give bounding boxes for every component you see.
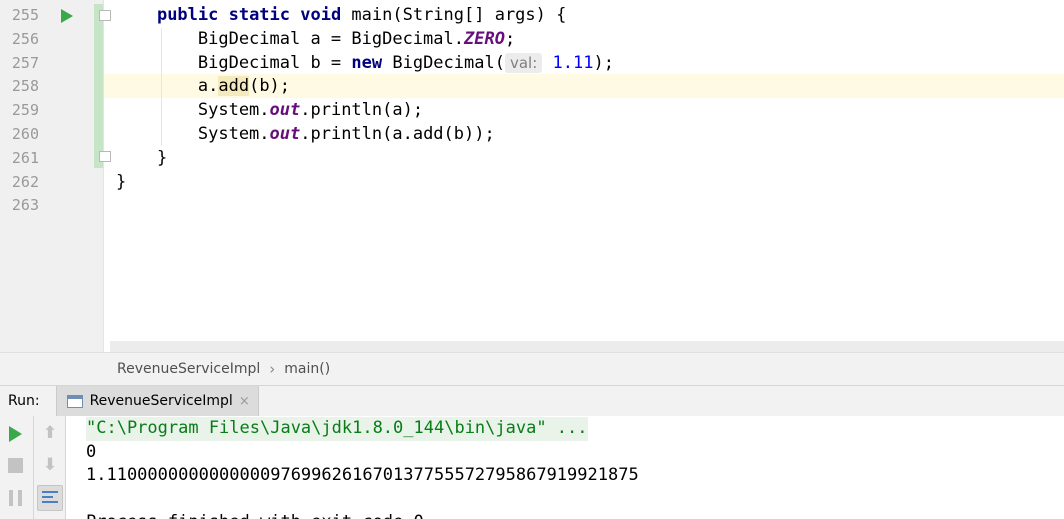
line-number: 261 <box>11 148 39 167</box>
code-token: (b); <box>249 76 291 97</box>
breadcrumb-method[interactable]: main() <box>284 361 330 377</box>
line-number: 263 <box>11 196 39 215</box>
code-token: main(String[] args) { <box>341 5 567 25</box>
code-area[interactable]: public static void main(String[] args) {… <box>116 4 1064 218</box>
line-number: 257 <box>11 53 39 72</box>
application-icon <box>66 394 83 408</box>
run-config-tab[interactable]: RevenueServiceImpl × <box>55 386 259 416</box>
code-token: out <box>269 123 301 144</box>
code-token: BigDecimal b = <box>116 52 352 73</box>
code-token: BigDecimal a = BigDecimal. <box>116 28 464 49</box>
breadcrumb-separator: › <box>269 360 276 378</box>
up-arrow-icon[interactable]: ⬆ <box>42 424 58 442</box>
parameter-hint: val: <box>504 52 543 73</box>
line-number: 256 <box>11 29 39 48</box>
console-line: Process finished with exit code 0 <box>86 511 1064 519</box>
console-line: "C:\Program Files\Java\jdk1.8.0_144\bin\… <box>86 417 1064 441</box>
code-line[interactable]: System.out.println(a.add(b)); <box>116 123 1064 147</box>
code-token: ZERO <box>464 28 505 49</box>
line-number: 259 <box>11 101 39 120</box>
line-numbers: 255 256 257 258 259 260 261 262 263 <box>0 4 50 218</box>
code-token: } <box>116 147 168 168</box>
down-arrow-icon[interactable]: ⬇ <box>42 456 58 474</box>
fold-end-icon[interactable] <box>99 151 111 162</box>
run-panel-header: Run: RevenueServiceImpl × <box>0 385 1064 416</box>
breadcrumb-class[interactable]: RevenueServiceImpl <box>117 361 260 377</box>
code-token: System. <box>116 123 270 144</box>
fold-icon[interactable] <box>99 10 111 21</box>
close-icon[interactable]: × <box>239 394 250 409</box>
command-line[interactable]: "C:\Program Files\Java\jdk1.8.0_144\bin\… <box>86 417 588 441</box>
code-token: .println(a); <box>300 100 424 121</box>
code-token: } <box>116 171 127 192</box>
pause-icon[interactable] <box>9 490 22 506</box>
line-number: 258 <box>11 77 39 96</box>
run-toolbar <box>0 416 34 519</box>
breadcrumb: RevenueServiceImpl › main() <box>0 352 1064 385</box>
code-token: add <box>218 76 250 97</box>
code-editor[interactable]: 255 256 257 258 259 260 261 262 263 public stati… <box>0 0 1064 352</box>
line-number: 262 <box>11 172 39 191</box>
code-token: .println(a.add(b)); <box>300 123 495 144</box>
editor-gutter: 255 256 257 258 259 260 261 262 263 <box>0 0 111 352</box>
console-output[interactable]: "C:\Program Files\Java\jdk1.8.0_144\bin\… <box>67 416 1064 519</box>
code-line[interactable]: a.add(b); <box>116 75 1064 99</box>
rerun-icon[interactable] <box>9 426 22 442</box>
code-token: ; <box>504 28 516 49</box>
line-number: 260 <box>11 124 39 143</box>
vcs-change-marker[interactable] <box>94 4 103 168</box>
horizontal-scrollbar[interactable] <box>110 341 1064 352</box>
code-line[interactable]: public static void main(String[] args) { <box>116 4 1064 28</box>
stop-icon[interactable] <box>8 458 23 473</box>
code-line[interactable] <box>116 194 1064 218</box>
code-token: System. <box>116 100 270 121</box>
code-token: 1.11 <box>552 52 594 73</box>
code-line[interactable]: } <box>116 147 1064 171</box>
run-panel-title: Run: <box>8 393 40 409</box>
code-token: new <box>351 52 383 73</box>
line-number: 255 <box>11 6 39 24</box>
code-line[interactable]: BigDecimal b = new BigDecimal(val: 1.11)… <box>116 52 1064 76</box>
code-token: ); <box>593 52 614 73</box>
run-main-icon[interactable] <box>61 9 73 23</box>
code-token: BigDecimal( <box>382 52 505 73</box>
console-line: 0 <box>86 441 97 462</box>
run-config-tab-label: RevenueServiceImpl <box>89 393 233 409</box>
code-token: out <box>269 100 301 121</box>
code-line[interactable]: System.out.println(a); <box>116 99 1064 123</box>
code-token: a. <box>116 76 219 97</box>
console-line: 1.11000000000000009769962616701377555727… <box>86 465 639 485</box>
soft-wrap-icon[interactable] <box>37 485 63 511</box>
code-line[interactable]: } <box>116 171 1064 195</box>
console-toolbar: ⬆ ⬇ <box>34 416 66 519</box>
code-token: public static void <box>156 5 342 25</box>
code-line[interactable]: BigDecimal a = BigDecimal.ZERO; <box>116 28 1064 52</box>
